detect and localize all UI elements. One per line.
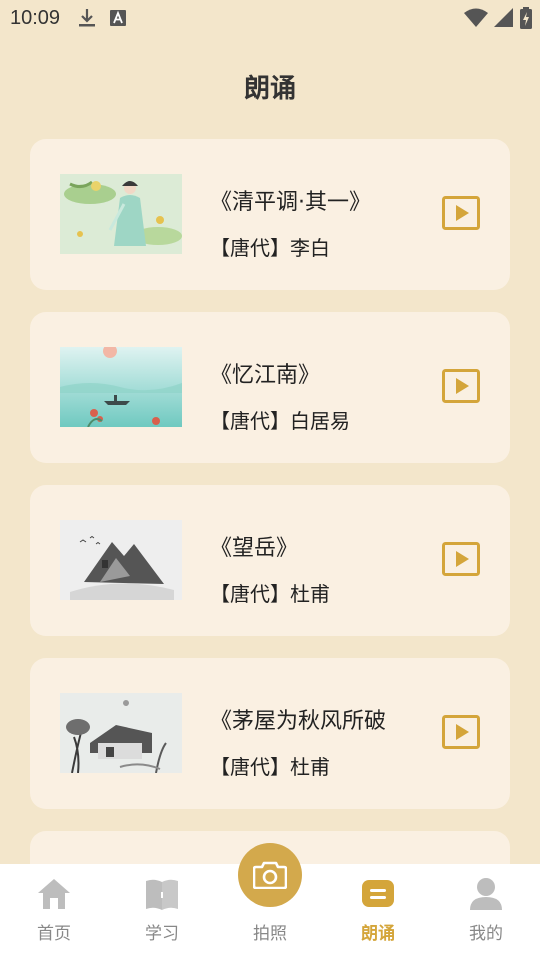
wifi-icon [464,8,488,27]
play-icon[interactable] [442,196,480,230]
poem-title: 《望岳》 [210,536,299,561]
book-icon [146,879,178,910]
recite-icon [362,880,394,907]
play-icon[interactable] [442,715,480,749]
nav-label: 我的 [469,924,503,944]
poem-author: 【唐代】杜甫 [210,755,330,779]
download-icon [78,8,96,28]
poem-author: 【唐代】杜甫 [210,582,330,606]
nav-item-profile[interactable]: 我的 [432,864,540,960]
nav-label: 首页 [37,924,71,944]
poem-card[interactable]: 《忆江南》 【唐代】白居易 [30,312,510,463]
poem-thumbnail [60,347,182,427]
status-time: 10:09 [10,6,61,29]
nav-item-home[interactable]: 首页 [0,864,108,960]
status-bar: 10:09 [0,0,540,36]
play-icon[interactable] [442,369,480,403]
poem-thumbnail [60,520,182,600]
nav-label: 拍照 [253,924,287,944]
nav-label: 学习 [145,924,179,944]
battery-icon [520,7,532,29]
poem-title: 《茅屋为秋风所破 [210,709,387,734]
play-icon[interactable] [442,542,480,576]
signal-icon [494,8,513,27]
poem-list[interactable]: 《清平调·其一》 【唐代】李白 《忆江南》 【唐代】白居易 《望岳》 【唐代】杜… [30,139,510,864]
profile-icon [470,878,502,910]
poem-card[interactable]: 《清平调·其一》 【唐代】李白 [30,139,510,290]
nav-item-study[interactable]: 学习 [108,864,216,960]
nav-label: 朗诵 [361,924,395,944]
poem-card[interactable]: 《茅屋为秋风所破 【唐代】杜甫 [30,658,510,809]
poem-author: 【唐代】白居易 [210,409,350,433]
poem-thumbnail [60,174,182,254]
camera-button[interactable] [238,843,302,907]
camera-icon [253,861,287,889]
poem-card[interactable]: 《望岳》 【唐代】杜甫 [30,485,510,636]
poem-author: 【唐代】李白 [210,236,330,260]
home-icon [38,879,70,909]
nav-item-recite[interactable]: 朗诵 [324,864,432,960]
page-title: 朗诵 [243,74,296,104]
a-icon [110,10,127,26]
poem-title: 《忆江南》 [210,363,321,388]
poem-title: 《清平调·其一》 [210,190,371,215]
poem-thumbnail [60,693,182,773]
